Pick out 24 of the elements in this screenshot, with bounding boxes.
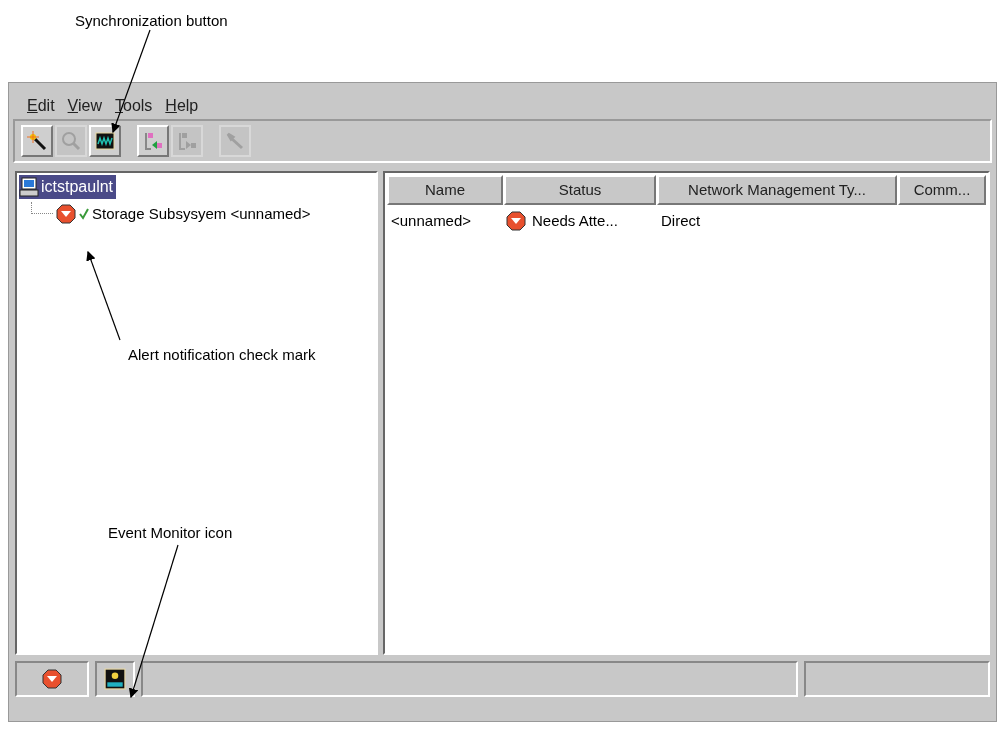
magic-wand-icon — [27, 131, 47, 151]
tree-node[interactable]: Storage Subsysyem <unnamed> — [92, 203, 311, 226]
tree-node[interactable]: ictstpaulnt — [19, 175, 117, 199]
column-header[interactable]: Network Management Ty... — [657, 175, 897, 205]
table-cell-text: Needs Atte... — [532, 210, 618, 231]
computer-icon — [19, 177, 39, 197]
magnifier-icon — [61, 131, 81, 151]
monitor-icon — [104, 668, 126, 690]
column-header[interactable]: Status — [504, 175, 656, 205]
monitor-icon — [95, 131, 115, 151]
table-cell-text: Direct — [660, 210, 702, 231]
callout-label: Synchronization button — [75, 11, 228, 31]
flag-arrow-icon — [143, 131, 163, 151]
menu-item[interactable]: Edit — [27, 93, 55, 119]
menu-item[interactable]: Tools — [115, 93, 153, 119]
table-cell-text: <unnamed> — [390, 210, 473, 231]
column-header[interactable]: Comm... — [898, 175, 986, 205]
flag-arrow-icon — [177, 131, 197, 151]
column-header[interactable]: Name — [387, 175, 503, 205]
menu-item[interactable]: View — [67, 93, 102, 119]
callout-label: Event Monitor icon — [108, 523, 233, 543]
event-monitor-button[interactable] — [95, 661, 135, 697]
menu-item[interactable]: Help — [165, 93, 199, 119]
callout-label: Alert notification check mark — [128, 345, 316, 365]
